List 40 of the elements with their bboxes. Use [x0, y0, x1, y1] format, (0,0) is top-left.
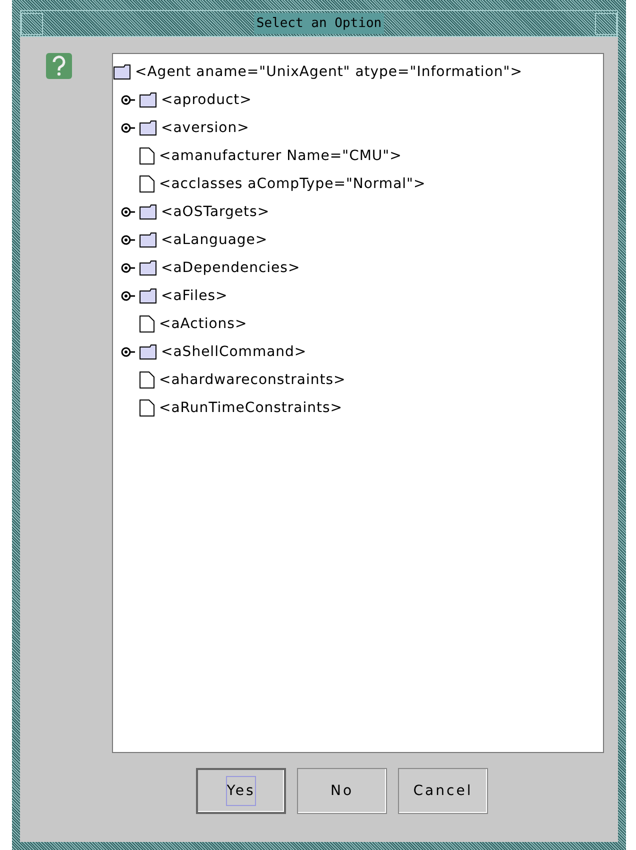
folder-icon [139, 92, 157, 108]
tree-item[interactable]: <amanufacturer Name="CMU"> [159, 148, 402, 164]
document-icon [139, 399, 155, 417]
tree-item[interactable]: <aFiles> [161, 288, 228, 304]
tree-item[interactable]: <ahardwareconstraints> [159, 372, 346, 388]
dialog-button[interactable]: Cancel [398, 768, 488, 814]
expand-handle-icon[interactable] [121, 263, 135, 273]
folder-icon [139, 288, 157, 304]
window-menu-button[interactable] [21, 12, 43, 34]
tree-item[interactable]: <acclasses aCompType="Normal"> [159, 176, 426, 192]
expand-handle-icon[interactable] [121, 95, 135, 105]
tree-item[interactable]: <Agent aname="UnixAgent" atype="Information"> [135, 64, 522, 80]
tree-item[interactable]: <aproduct> [161, 92, 252, 108]
dialog-button[interactable]: Yes [196, 768, 286, 814]
help-icon [46, 53, 72, 79]
tree-item[interactable]: <aLanguage> [161, 232, 268, 248]
document-icon [139, 371, 155, 389]
tree-item[interactable]: <aDependencies> [161, 260, 300, 276]
expand-handle-icon[interactable] [121, 291, 135, 301]
expand-handle-icon[interactable] [121, 207, 135, 217]
expand-handle-icon[interactable] [121, 235, 135, 245]
folder-icon [139, 120, 157, 136]
folder-icon [139, 204, 157, 220]
tree-item[interactable]: <aOSTargets> [161, 204, 270, 220]
folder-icon [113, 64, 131, 80]
expand-handle-icon[interactable] [121, 123, 135, 133]
document-icon [139, 147, 155, 165]
tree-item[interactable]: <aversion> [161, 120, 250, 136]
document-icon [139, 175, 155, 193]
document-icon [139, 315, 155, 333]
dialog-button[interactable]: No [297, 768, 387, 814]
folder-icon [139, 260, 157, 276]
maximize-button[interactable] [594, 12, 617, 34]
folder-icon [139, 232, 157, 248]
tree-item[interactable]: <aShellCommand> [161, 344, 307, 360]
tree-item[interactable]: <aActions> [159, 316, 248, 332]
window-title: Select an Option [254, 13, 384, 34]
folder-icon [139, 344, 157, 360]
tree-item[interactable]: <aRunTimeConstraints> [159, 400, 343, 416]
expand-handle-icon[interactable] [121, 347, 135, 357]
